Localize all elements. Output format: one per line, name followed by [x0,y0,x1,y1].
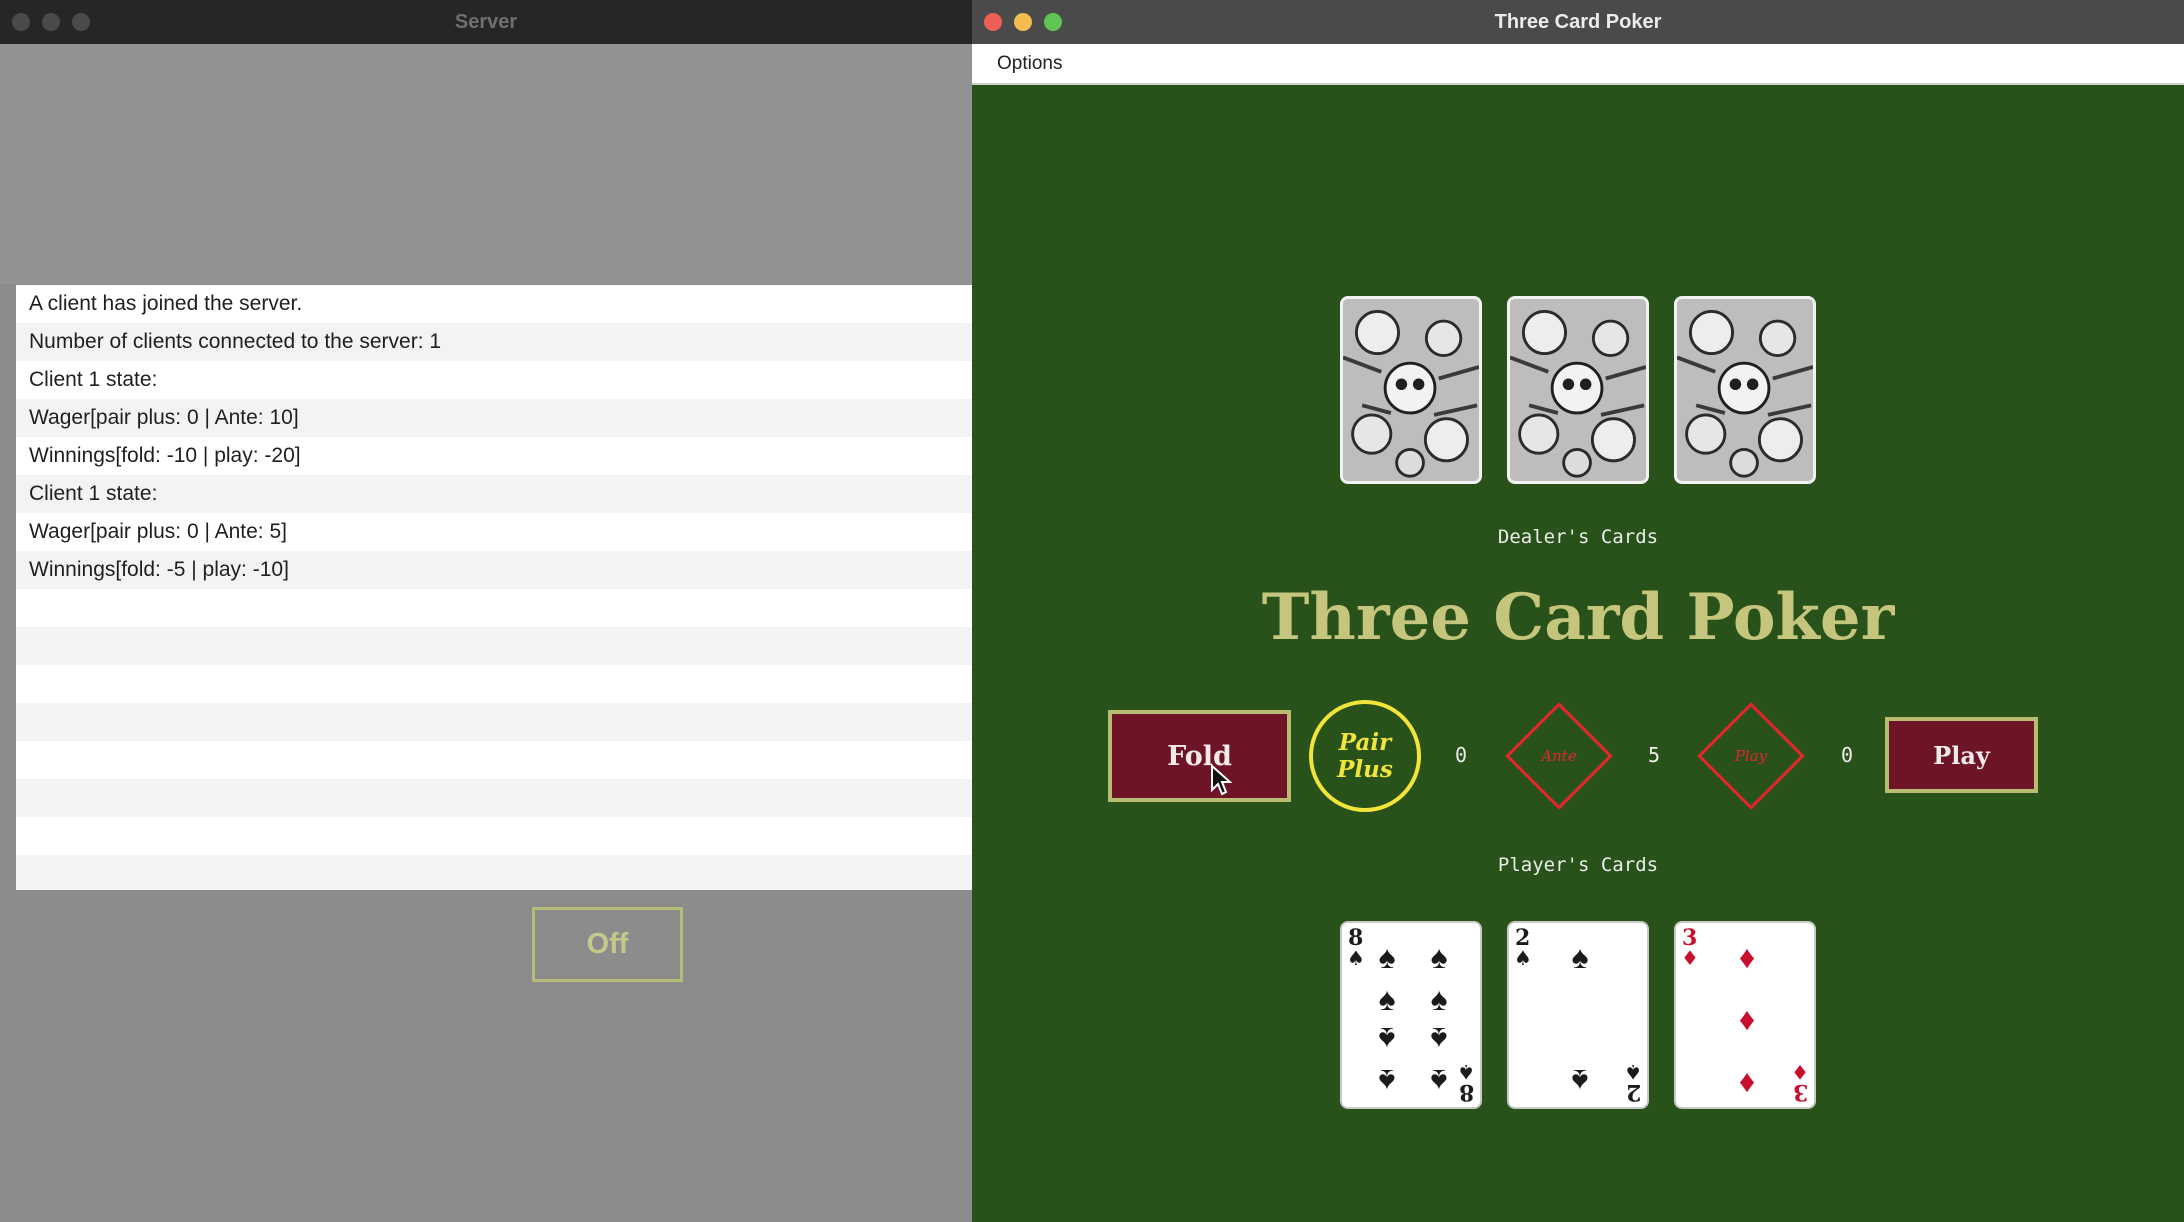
diamond-icon: ♦ [1681,946,1699,970]
spade-icon: ♠ [1378,1063,1396,1099]
log-entry[interactable]: Client 1 state: [16,361,972,399]
zoom-icon[interactable] [1044,13,1062,31]
play-bet-spot[interactable]: Play [1696,701,1806,811]
spade-icon: ♠ [1430,1063,1448,1099]
game-title: Three Card Poker [1261,580,1895,655]
minimize-icon[interactable] [42,13,60,31]
empty-log-row [16,589,972,627]
player-card-three-of-diamonds: 3 ♦ 3 ♦ ♦ ♦ ♦ [1674,921,1816,1109]
dealer-card-back-3 [1674,296,1816,484]
spade-icon: ♠ [1457,1060,1475,1084]
spade-icon: ♠ [1571,939,1589,975]
pair-plus-label-line1: Pair [1338,729,1392,756]
player-cards-label: Player's Cards [1497,854,1659,876]
poker-window-controls [984,13,1062,31]
spade-icon: ♠ [1430,939,1448,975]
log-entry[interactable]: Wager[pair plus: 0 | Ante: 10] [16,399,972,437]
diamond-icon: ♦ [1738,939,1756,975]
server-window-controls [12,13,90,31]
options-menu[interactable]: Options [997,53,1062,75]
card-rank: 8 [1458,1079,1474,1105]
spade-icon: ♠ [1378,981,1396,1017]
pair-plus-label-line2: Plus [1337,756,1393,783]
card-back-pattern-icon [1510,299,1646,481]
log-entry[interactable]: Client 1 state: [16,475,972,513]
empty-log-row [16,627,972,665]
spade-icon: ♠ [1347,946,1365,970]
play-button[interactable]: Play [1885,717,2038,793]
spade-icon: ♠ [1378,1021,1396,1057]
log-entry[interactable]: Number of clients connected to the serve… [16,323,972,361]
zoom-icon[interactable] [72,13,90,31]
player-card-two-of-spades: 2 ♠ 2 ♠ ♠ ♠ [1507,921,1649,1109]
diamond-icon: ♦ [1738,1063,1756,1099]
dealer-card-back-1 [1340,296,1482,484]
card-back-pattern-icon [1343,299,1479,481]
log-entry[interactable]: Winnings[fold: -10 | play: -20] [16,437,972,475]
diamond-icon: ♦ [1738,1001,1756,1037]
play-bet-label: Play [1734,747,1768,765]
empty-log-row [16,817,972,855]
poker-window: Three Card Poker Options Dealer's Cards … [972,0,2184,1222]
spade-icon: ♠ [1514,946,1532,970]
off-button[interactable]: Off [532,907,683,982]
dealer-cards-label: Dealer's Cards [1497,526,1659,548]
server-titlebar: Server [0,0,972,44]
log-entry[interactable]: Wager[pair plus: 0 | Ante: 5] [16,513,972,551]
empty-log-row [16,855,972,890]
poker-window-title: Three Card Poker [1494,10,1662,33]
log-entry[interactable]: A client has joined the server. [16,285,972,323]
player-card-eight-of-spades: 8 ♠ 8 ♠ ♠ ♠ ♠ ♠ ♠ ♠ ♠ ♠ [1340,921,1482,1109]
spade-icon: ♠ [1624,1060,1642,1084]
server-header-area [0,44,972,284]
server-window: Server A client has joined the server. N… [0,0,972,1222]
fold-button[interactable]: Fold [1108,710,1291,802]
empty-log-row [16,779,972,817]
close-icon[interactable] [984,13,1002,31]
poker-titlebar: Three Card Poker [972,0,2184,44]
dealer-card-back-2 [1507,296,1649,484]
mouse-pointer-icon [1211,764,1232,796]
ante-label: Ante [1541,747,1577,765]
pair-plus-bet-amount: 0 [1454,743,1468,767]
ante-bet-amount: 5 [1647,743,1661,767]
spade-icon: ♠ [1430,981,1448,1017]
diamond-icon: ♦ [1791,1060,1809,1084]
pair-plus-bet-circle[interactable]: Pair Plus [1309,700,1421,812]
spade-icon: ♠ [1430,1021,1448,1057]
close-icon[interactable] [12,13,30,31]
spade-icon: ♠ [1378,939,1396,975]
card-rank: 3 [1792,1079,1808,1105]
server-window-title: Server [454,10,518,33]
minimize-icon[interactable] [1014,13,1032,31]
ante-bet-spot[interactable]: Ante [1504,701,1614,811]
empty-log-row [16,741,972,779]
spade-icon: ♠ [1571,1063,1589,1099]
empty-log-row [16,665,972,703]
menu-bar: Options [972,44,2184,85]
server-log-list[interactable]: A client has joined the server. Number o… [16,285,972,890]
empty-log-row [16,703,972,741]
card-back-pattern-icon [1677,299,1813,481]
card-rank: 2 [1625,1079,1641,1105]
log-entry[interactable]: Winnings[fold: -5 | play: -10] [16,551,972,589]
play-bet-amount: 0 [1840,743,1854,767]
